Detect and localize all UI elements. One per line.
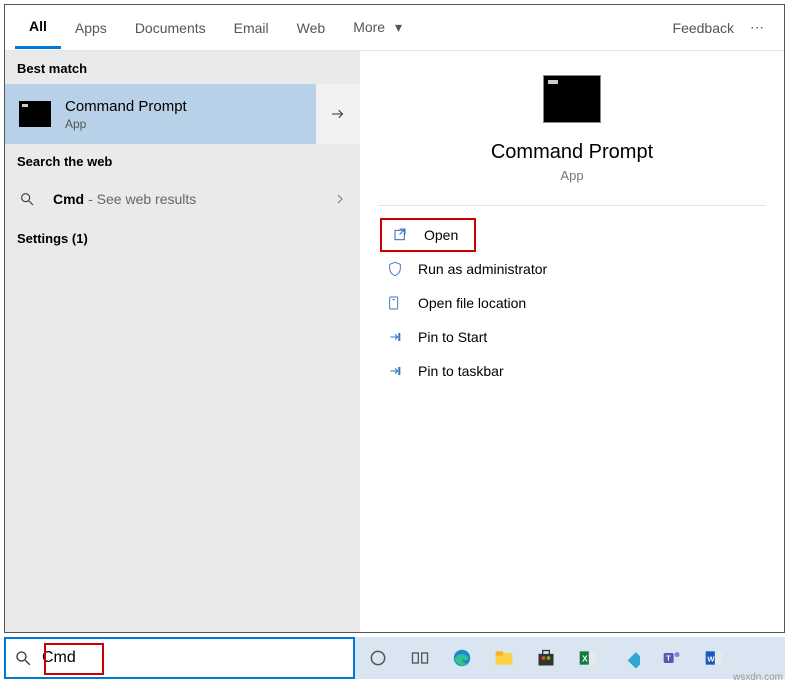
command-prompt-large-icon	[543, 75, 601, 123]
web-result-suffix: - See web results	[88, 191, 196, 207]
tab-web[interactable]: Web	[283, 8, 340, 48]
expand-result-button[interactable]	[316, 84, 360, 144]
chevron-down-icon: ▾	[395, 19, 402, 35]
tab-apps[interactable]: Apps	[61, 8, 121, 48]
word-icon[interactable]: W	[701, 645, 727, 671]
pin-to-taskbar-action[interactable]: Pin to taskbar	[374, 354, 784, 388]
run-as-admin-action[interactable]: Run as administrator	[374, 252, 784, 286]
file-explorer-icon[interactable]	[491, 645, 517, 671]
task-view-icon[interactable]	[407, 645, 433, 671]
result-subtitle: App	[65, 117, 302, 131]
preview-panel: Command Prompt App Open Run as administr…	[360, 51, 784, 632]
tab-more-label: More	[353, 19, 385, 35]
open-label: Open	[424, 227, 458, 243]
search-icon	[14, 649, 32, 667]
open-action[interactable]: Open	[380, 218, 476, 252]
search-web-label: Search the web	[5, 144, 360, 177]
shield-icon	[384, 261, 406, 277]
results-panel: Best match Command Prompt App Search the…	[5, 51, 360, 632]
excel-icon[interactable]: X	[575, 645, 601, 671]
cortana-icon[interactable]	[365, 645, 391, 671]
tab-more[interactable]: More ▾	[339, 7, 416, 48]
web-result-term: Cmd	[53, 191, 84, 207]
preview-type: App	[360, 168, 784, 183]
open-icon	[390, 227, 412, 243]
pin-taskbar-icon	[384, 363, 406, 379]
pin-to-taskbar-label: Pin to taskbar	[418, 363, 504, 379]
result-command-prompt[interactable]: Command Prompt App	[5, 84, 316, 144]
edge-icon[interactable]	[449, 645, 475, 671]
pin-to-start-action[interactable]: Pin to Start	[374, 320, 784, 354]
run-as-admin-label: Run as administrator	[418, 261, 547, 277]
chevron-right-icon	[334, 193, 346, 205]
result-title: Command Prompt	[65, 98, 302, 115]
store-icon[interactable]	[533, 645, 559, 671]
pin-to-start-label: Pin to Start	[418, 329, 487, 345]
svg-text:W: W	[707, 654, 715, 663]
preview-title: Command Prompt	[360, 141, 784, 164]
best-match-label: Best match	[5, 51, 360, 84]
folder-icon	[384, 295, 406, 311]
svg-text:X: X	[582, 653, 588, 663]
tab-documents[interactable]: Documents	[121, 8, 220, 48]
taskbar-search[interactable]	[4, 637, 355, 679]
open-file-location-label: Open file location	[418, 295, 526, 311]
watermark: wsxdn.com	[733, 672, 783, 683]
tab-all[interactable]: All	[15, 6, 61, 49]
divider	[378, 205, 766, 206]
taskbar: X T W	[4, 637, 785, 679]
command-prompt-icon	[19, 101, 51, 127]
feedback-link[interactable]: Feedback	[665, 8, 742, 48]
web-result-cmd[interactable]: Cmd - See web results	[5, 177, 360, 221]
search-filter-tabs: All Apps Documents Email Web More ▾ Feed…	[5, 5, 784, 51]
search-input[interactable]	[42, 649, 345, 667]
open-file-location-action[interactable]: Open file location	[374, 286, 784, 320]
settings-label: Settings (1)	[5, 221, 360, 254]
search-icon	[19, 191, 37, 207]
kodi-icon[interactable]	[617, 645, 643, 671]
teams-icon[interactable]: T	[659, 645, 685, 671]
pin-icon	[384, 329, 406, 345]
more-options-button[interactable]: ⋯	[742, 7, 774, 48]
arrow-right-icon	[329, 105, 347, 123]
svg-text:T: T	[666, 654, 671, 663]
tab-email[interactable]: Email	[220, 8, 283, 48]
